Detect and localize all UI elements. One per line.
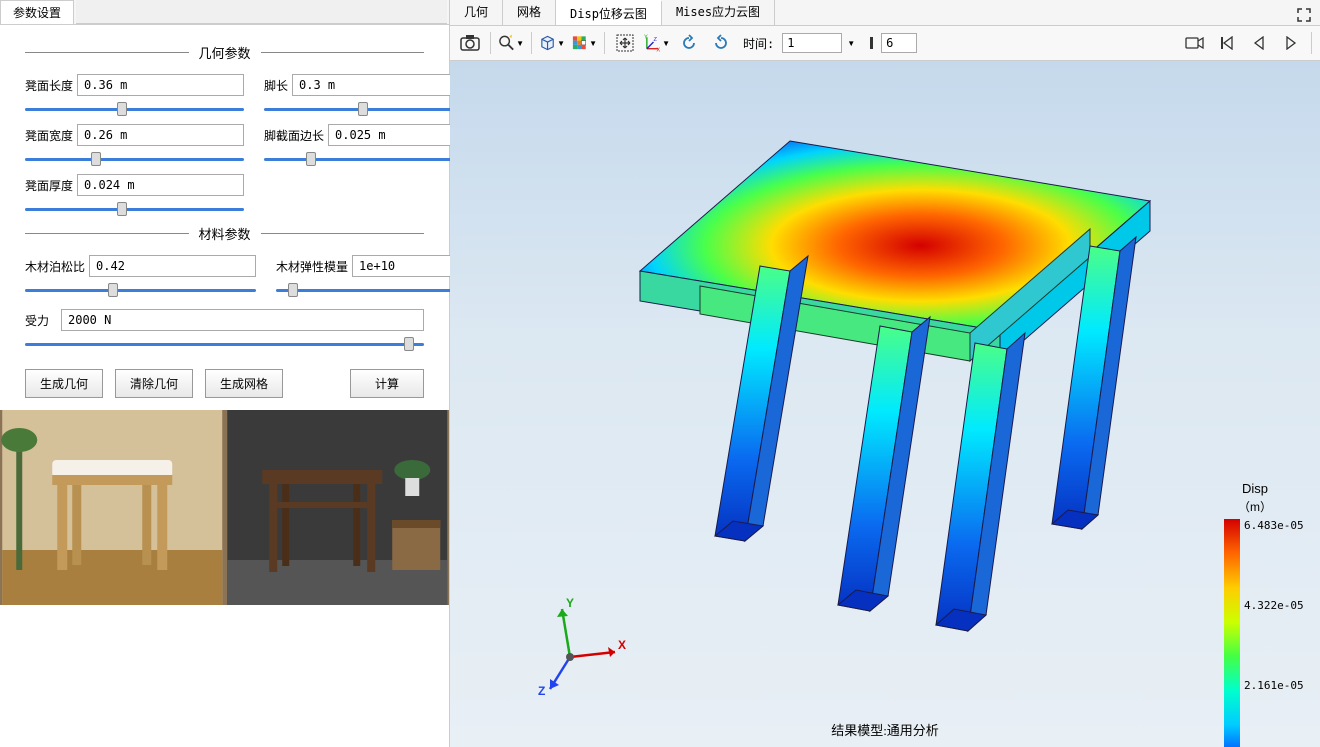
- reference-image-2: [225, 410, 450, 605]
- svg-text:Z: Z: [538, 684, 545, 697]
- svg-text:Y: Y: [566, 597, 574, 610]
- label-leg-cross: 脚截面边长: [264, 127, 324, 144]
- label-force: 受力: [25, 312, 55, 329]
- tab-geometry[interactable]: 几何: [450, 0, 503, 25]
- tab-disp[interactable]: Disp位移云图: [556, 0, 662, 25]
- tab-params[interactable]: 参数设置: [0, 0, 74, 24]
- screenshot-icon[interactable]: [456, 30, 484, 56]
- svg-text:X: X: [618, 638, 626, 652]
- viewport-3d[interactable]: X Y Z Disp （m） 6.483e-05 4.322e-05 2.161…: [450, 61, 1320, 747]
- tab-mesh[interactable]: 网格: [503, 0, 556, 25]
- svg-text:X: X: [656, 48, 660, 52]
- input-seat-thickness[interactable]: [77, 174, 244, 196]
- label-seat-width: 凳面宽度: [25, 127, 73, 144]
- input-poisson[interactable]: [89, 255, 256, 277]
- skip-start-icon[interactable]: [1213, 30, 1241, 56]
- slider-force[interactable]: [25, 337, 424, 351]
- clear-geom-button[interactable]: 清除几何: [115, 369, 193, 398]
- play-back-icon[interactable]: [1245, 30, 1273, 56]
- frame-input[interactable]: [881, 33, 917, 53]
- camera-icon[interactable]: [1181, 30, 1209, 56]
- slider-poisson[interactable]: [25, 283, 256, 297]
- input-seat-length[interactable]: [77, 74, 244, 96]
- section-material-title: 材料参数: [25, 224, 424, 243]
- gen-geom-button[interactable]: 生成几何: [25, 369, 103, 398]
- calc-button[interactable]: 计算: [350, 369, 424, 398]
- rotate-cw-icon[interactable]: [707, 30, 735, 56]
- rubik-icon[interactable]: ▼: [570, 30, 598, 56]
- svg-text:Z: Z: [653, 37, 657, 43]
- box-icon[interactable]: ▼: [538, 30, 566, 56]
- label-poisson: 木材泊松比: [25, 258, 85, 275]
- axis-view-icon[interactable]: YXZ▼: [643, 30, 671, 56]
- section-geometry-title: 几何参数: [25, 43, 424, 62]
- label-leg-length: 脚长: [264, 77, 288, 94]
- axis-triad: X Y Z: [530, 597, 630, 697]
- label-seat-thickness: 凳面厚度: [25, 177, 73, 194]
- left-panel: 参数设置 几何参数 凳面长度 脚长: [0, 0, 450, 747]
- end-icon[interactable]: [859, 30, 877, 56]
- time-input[interactable]: [782, 33, 842, 53]
- slider-seat-length[interactable]: [25, 102, 244, 116]
- input-seat-width[interactable]: [77, 124, 244, 146]
- move-icon[interactable]: [611, 30, 639, 56]
- expand-icon[interactable]: [1290, 2, 1318, 28]
- gen-mesh-button[interactable]: 生成网格: [205, 369, 283, 398]
- time-label: 时间:: [743, 35, 774, 52]
- color-legend: Disp （m） 6.483e-05 4.322e-05 2.161e-05 0…: [1210, 481, 1300, 747]
- result-model-label: 结果模型:通用分析: [831, 720, 939, 739]
- input-leg-length[interactable]: [292, 74, 459, 96]
- zoom-icon[interactable]: ▼: [497, 30, 525, 56]
- stool-model: [570, 111, 1190, 671]
- right-panel: 几何 网格 Disp位移云图 Mises应力云图 ▼ ▼ ▼ YXZ▼ 时间: …: [450, 0, 1320, 747]
- label-modulus: 木材弹性模量: [276, 258, 348, 275]
- play-icon[interactable]: [1277, 30, 1305, 56]
- input-force[interactable]: [61, 309, 424, 331]
- tab-spacer: [76, 0, 447, 24]
- slider-seat-thickness[interactable]: [25, 202, 244, 216]
- viewport-toolbar: ▼ ▼ ▼ YXZ▼ 时间: ▼: [450, 26, 1320, 61]
- slider-leg-length[interactable]: [264, 102, 459, 116]
- label-seat-length: 凳面长度: [25, 77, 73, 94]
- rotate-ccw-icon[interactable]: [675, 30, 703, 56]
- slider-seat-width[interactable]: [25, 152, 244, 166]
- svg-text:Y: Y: [644, 34, 648, 40]
- time-dropdown-icon[interactable]: ▼: [847, 39, 855, 48]
- reference-image-1: [0, 410, 225, 605]
- tab-mises[interactable]: Mises应力云图: [662, 0, 775, 25]
